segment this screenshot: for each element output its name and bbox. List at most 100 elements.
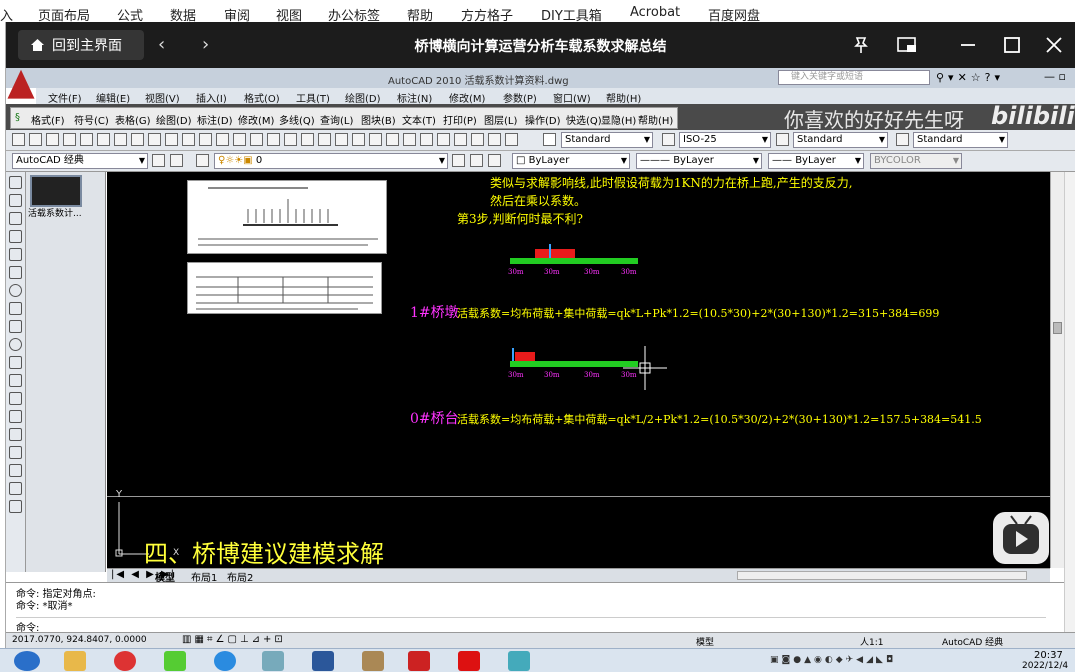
menu-item[interactable]: 文件(F) <box>48 90 82 105</box>
arc-icon[interactable] <box>9 266 22 279</box>
standard-tool-icon[interactable] <box>284 133 297 146</box>
menu-item[interactable]: 窗口(W) <box>553 90 591 105</box>
plugin-menu-item[interactable]: 帮助(H) <box>638 112 673 127</box>
menu-item[interactable]: 标注(N) <box>397 90 432 105</box>
layer-previous-icon[interactable] <box>452 154 465 167</box>
network-drive-icon[interactable] <box>508 651 530 671</box>
menu-item[interactable]: 插入(I) <box>196 90 227 105</box>
mtext-icon[interactable] <box>9 500 22 513</box>
plugin-menu-item[interactable]: 文本(T) <box>402 112 436 127</box>
dim-style-icon[interactable] <box>662 133 675 146</box>
table-style-select[interactable]: Standard ▼ <box>793 132 888 148</box>
menu-item[interactable]: 格式(O) <box>244 90 280 105</box>
maximize-icon[interactable] <box>1002 35 1022 55</box>
plugin-menu-item[interactable]: 操作(D) <box>525 112 561 127</box>
hatch-icon[interactable] <box>9 428 22 441</box>
layer-manager-icon[interactable] <box>196 154 209 167</box>
standard-tool-icon[interactable] <box>454 133 467 146</box>
mini-window-icon[interactable] <box>896 35 918 55</box>
vertical-scrollbar[interactable] <box>1050 172 1064 568</box>
rectangle-icon[interactable] <box>9 248 22 261</box>
menu-item[interactable]: 帮助(H) <box>606 90 641 105</box>
annotation-scale[interactable]: 人1:1 <box>860 635 884 648</box>
menu-item[interactable]: 参数(P) <box>503 90 537 105</box>
menu-item[interactable]: 编辑(E) <box>96 90 130 105</box>
ellipse-arc-icon[interactable] <box>9 356 22 369</box>
standard-tool-icon[interactable] <box>63 133 76 146</box>
start-button-icon[interactable] <box>14 651 40 671</box>
plugin-menu-item[interactable]: 表格(G) <box>115 112 151 127</box>
standard-tool-icon[interactable] <box>505 133 518 146</box>
standard-tool-icon[interactable] <box>437 133 450 146</box>
acrobat-icon[interactable] <box>458 651 480 671</box>
model-space-button[interactable]: 模型 <box>696 635 714 648</box>
standard-tool-icon[interactable] <box>165 133 178 146</box>
help-search-input[interactable]: 键入关键字或短语 <box>778 70 930 85</box>
circle-icon[interactable] <box>9 284 22 297</box>
standard-tool-icon[interactable] <box>250 133 263 146</box>
standard-tool-icon[interactable] <box>216 133 229 146</box>
plugin-menu-item[interactable]: 快选(Q) <box>566 112 602 127</box>
text-style-select[interactable]: Standard ▼ <box>561 132 653 148</box>
text-style-icon[interactable] <box>543 133 556 146</box>
window-controls-icon[interactable]: — ▫ <box>1044 70 1066 83</box>
plugin-menu-item[interactable]: 绘图(D) <box>156 112 192 127</box>
insert-block-icon[interactable] <box>9 374 22 387</box>
standard-tool-icon[interactable] <box>267 133 280 146</box>
plugin-menu-item[interactable]: 图层(L) <box>484 112 517 127</box>
plugin-menu-item[interactable]: 打印(P) <box>443 112 477 127</box>
layer-select[interactable]: ♀☼☀▣ 0 ▼ <box>214 153 448 169</box>
autocad-taskbar-icon[interactable] <box>408 651 430 671</box>
pin-icon[interactable] <box>851 35 871 55</box>
standard-tool-icon[interactable] <box>335 133 348 146</box>
standard-tool-icon[interactable] <box>420 133 433 146</box>
polyline-icon[interactable] <box>9 212 22 225</box>
drawing-thumbnail[interactable] <box>30 175 82 207</box>
standard-tool-icon[interactable] <box>352 133 365 146</box>
standard-tool-icon[interactable] <box>386 133 399 146</box>
layer-match-icon[interactable] <box>470 154 483 167</box>
plugin-menu-item[interactable]: 符号(C) <box>74 112 109 127</box>
standard-tool-icon[interactable] <box>233 133 246 146</box>
drawing-tab-label[interactable]: 活载系数计... <box>28 206 82 219</box>
word-icon[interactable] <box>312 651 334 671</box>
scroll-thumb[interactable] <box>1053 322 1062 334</box>
workspace-select[interactable]: AutoCAD 经典 ▼ <box>12 153 148 169</box>
plugin-menu-item[interactable]: 显隐(H) <box>601 112 636 127</box>
standard-tool-icon[interactable] <box>114 133 127 146</box>
clock-time[interactable]: 20:37 <box>1034 650 1063 661</box>
menu-item[interactable]: 绘图(D) <box>345 90 381 105</box>
video-play-button[interactable] <box>993 512 1049 564</box>
plugin-menu-item[interactable]: 标注(D) <box>197 112 233 127</box>
app-icon[interactable] <box>164 651 186 671</box>
standard-tool-icon[interactable] <box>148 133 161 146</box>
horizontal-scrollbar[interactable] <box>737 571 1027 580</box>
file-explorer-icon[interactable] <box>64 651 86 671</box>
workspace-settings-icon[interactable] <box>152 154 165 167</box>
system-tray-icons[interactable]: ▣◙●▲◉◐◆✈◀◢◣◘ <box>770 655 896 665</box>
workspace-icon[interactable] <box>170 154 183 167</box>
workspace-switch[interactable]: AutoCAD 经典 <box>942 635 1003 648</box>
standard-tool-icon[interactable] <box>29 133 42 146</box>
standard-tool-icon[interactable] <box>46 133 59 146</box>
plugin-menu-item[interactable]: 查询(L) <box>320 112 353 127</box>
mleader-style-select[interactable]: Standard ▼ <box>913 132 1008 148</box>
notes-icon[interactable] <box>262 651 284 671</box>
standard-tool-icon[interactable] <box>403 133 416 146</box>
linetype-select[interactable]: ——— ByLayer ▼ <box>636 153 762 169</box>
plugin-menu-item[interactable]: 图块(B) <box>361 112 396 127</box>
standard-tool-icon[interactable] <box>318 133 331 146</box>
standard-tool-icon[interactable] <box>471 133 484 146</box>
excel-tab[interactable]: Acrobat <box>630 5 680 20</box>
standard-tool-icon[interactable] <box>131 133 144 146</box>
minimize-icon[interactable] <box>958 35 978 55</box>
menu-item[interactable]: 工具(T) <box>296 90 330 105</box>
color-select[interactable]: □ ByLayer ▼ <box>512 153 630 169</box>
plotstyle-select[interactable]: BYCOLOR ▼ <box>870 153 962 169</box>
line-tool-icon[interactable] <box>9 176 22 189</box>
standard-tool-icon[interactable] <box>488 133 501 146</box>
point-icon[interactable] <box>9 410 22 423</box>
standard-tool-icon[interactable] <box>182 133 195 146</box>
construction-line-icon[interactable] <box>9 194 22 207</box>
standard-tool-icon[interactable] <box>369 133 382 146</box>
